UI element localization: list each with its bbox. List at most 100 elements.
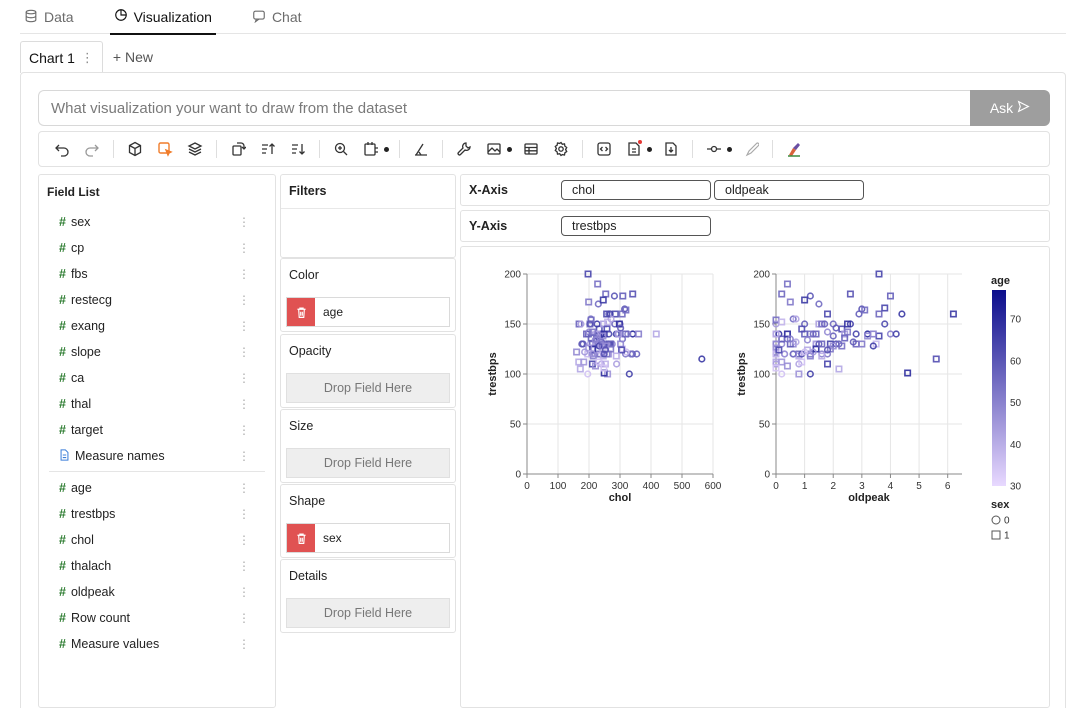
field-menu-icon[interactable]: ⋮ [238,293,250,307]
zoom-in-icon[interactable] [329,137,353,161]
field-menu-icon[interactable]: ⋮ [238,371,250,385]
y-axis-title: trestbps [487,352,499,395]
scatter-chart[interactable]: 0 100 200 300 400 500 600050100150200choltrest… [461,247,1049,707]
ask-button[interactable]: Ask [970,90,1050,126]
stack-icon[interactable] [183,137,207,161]
image-icon[interactable] [482,137,506,161]
field-item[interactable]: # trestbps ⋮ [39,501,275,527]
field-item[interactable]: # exang ⋮ [39,313,275,339]
field-label: target [70,423,103,437]
download-icon[interactable] [659,137,683,161]
field-item[interactable]: # slope ⋮ [39,339,275,365]
brush-axis-icon[interactable] [409,137,433,161]
field-item[interactable]: # cp ⋮ [39,235,275,261]
data-point [949,310,957,318]
field-menu-icon[interactable]: ⋮ [238,507,250,521]
transpose-icon[interactable] [226,137,250,161]
settings-icon[interactable] [549,137,573,161]
redo-icon[interactable] [80,137,104,161]
wrench-icon[interactable] [452,137,476,161]
field-item[interactable]: # restecg ⋮ [39,287,275,313]
data-point [778,290,786,298]
field-menu-icon[interactable]: ⋮ [238,215,250,229]
field-menu-icon[interactable]: ⋮ [238,449,250,463]
x-axis-row: X-Axis chol oldpeak [460,174,1050,206]
legend-color-tick: 70 [1010,315,1022,326]
painter-icon[interactable] [782,137,806,161]
ask-input[interactable] [38,90,970,126]
field-label: ca [70,371,85,385]
field-item[interactable]: # target ⋮ [39,417,275,443]
field-item[interactable]: # ca ⋮ [39,365,275,391]
field-label: slope [70,345,101,359]
tab-chat[interactable]: Chat [248,0,306,34]
filters-title: Filters [281,175,455,209]
field-item[interactable]: # chol ⋮ [39,527,275,553]
data-point [932,355,940,363]
color-field-chip[interactable]: age [286,297,450,327]
field-menu-icon[interactable]: ⋮ [238,611,250,625]
cube-icon[interactable] [123,137,147,161]
trash-icon[interactable] [287,524,315,552]
field-menu-icon[interactable]: ⋮ [238,397,250,411]
y-axis-field-trestbps[interactable]: trestbps [561,216,711,236]
field-item[interactable]: # age ⋮ [39,475,275,501]
x-axis-field-oldpeak[interactable]: oldpeak [714,180,864,200]
paint-brush-icon[interactable] [739,137,763,161]
field-menu-icon[interactable]: ⋮ [238,481,250,495]
field-item[interactable]: Measure names ⋮ [39,443,275,469]
export-spec-icon[interactable] [622,137,646,161]
field-item[interactable]: # sex ⋮ [39,209,275,235]
y-tick-label: 0 [764,470,770,481]
field-menu-icon[interactable]: ⋮ [238,637,250,651]
y-tick-label: 200 [504,270,521,281]
field-menu-icon[interactable]: ⋮ [238,319,250,333]
new-chart-button[interactable]: + New [103,41,163,73]
field-item[interactable]: # Measure values ⋮ [39,631,275,657]
field-menu-icon[interactable]: ⋮ [238,267,250,281]
details-drop-zone[interactable]: Drop Field Here [286,598,450,628]
table-icon[interactable] [519,137,543,161]
field-item[interactable]: # Row count ⋮ [39,605,275,631]
field-menu-icon[interactable]: ⋮ [238,241,250,255]
field-item[interactable]: # thalach ⋮ [39,553,275,579]
x-tick-label: 1 [802,481,808,492]
field-menu-icon[interactable]: ⋮ [238,585,250,599]
x-axis-field-chol[interactable]: chol [561,180,711,200]
data-point [652,330,660,338]
commit-icon[interactable] [702,137,726,161]
code-icon[interactable] [592,137,616,161]
size-drop-zone[interactable]: Drop Field Here [286,448,450,478]
legend-circle-symbol [991,515,1001,525]
trash-icon[interactable] [287,298,315,326]
field-label: cp [70,241,85,255]
field-item[interactable]: # fbs ⋮ [39,261,275,287]
data-point [869,330,877,338]
data-point [610,292,619,300]
field-menu-icon[interactable]: ⋮ [238,559,250,573]
x-tick-label: 400 [643,481,660,492]
hash-icon: # [59,507,66,521]
notification-dot [638,140,642,144]
field-menu-icon[interactable]: ⋮ [238,423,250,437]
tab-data[interactable]: Data [20,0,78,34]
shape-field-chip[interactable]: sex [286,523,450,553]
field-menu-icon[interactable]: ⋮ [238,345,250,359]
sort-descending-icon[interactable] [286,137,310,161]
opacity-drop-zone[interactable]: Drop Field Here [286,373,450,403]
legend-color-tick: 40 [1010,440,1022,451]
chart-tab-1[interactable]: Chart 1 ⋮ [20,41,103,73]
field-menu-icon[interactable]: ⋮ [238,533,250,547]
chart-tab-menu-icon[interactable]: ⋮ [81,50,94,66]
field-item[interactable]: # oldpeak ⋮ [39,579,275,605]
undo-icon[interactable] [50,137,74,161]
field-label: Row count [70,611,131,625]
layout-mode-icon[interactable] [359,137,383,161]
field-label: oldpeak [70,585,115,599]
toolbar-divider [442,140,443,158]
sort-ascending-icon[interactable] [256,137,280,161]
field-item[interactable]: # thal ⋮ [39,391,275,417]
mark-select-icon[interactable] [153,137,177,161]
tab-visualization[interactable]: Visualization [109,0,216,35]
data-point [803,336,812,344]
